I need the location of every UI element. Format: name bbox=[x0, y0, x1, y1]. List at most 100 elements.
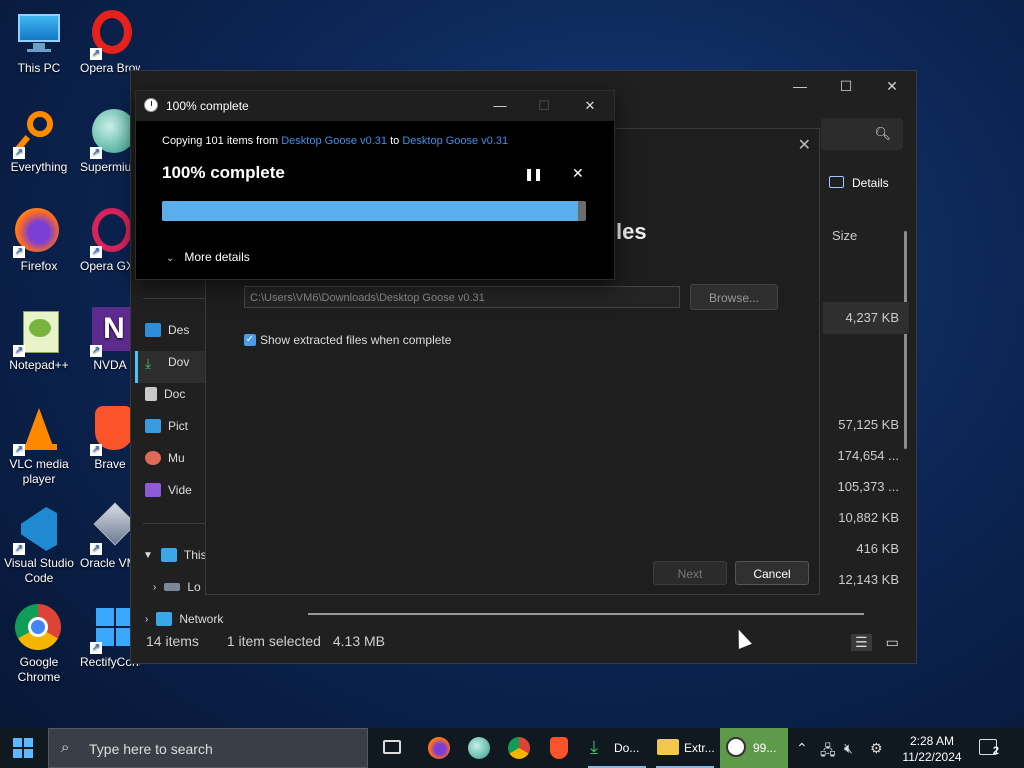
copy-summary: Copying 101 items from Desktop Goose v0.… bbox=[162, 135, 508, 147]
network-icon bbox=[156, 612, 173, 626]
file-size: 10,882 KB bbox=[838, 510, 899, 525]
chevron-right-icon[interactable]: › bbox=[153, 582, 156, 593]
taskbar-extract-window[interactable]: Extr... bbox=[652, 728, 718, 768]
icon-label: This PC bbox=[17, 61, 61, 75]
browse-button[interactable]: Browse... bbox=[690, 284, 778, 310]
show-extracted-checkbox[interactable]: ✓ Show extracted files when complete bbox=[244, 333, 451, 347]
chevron-up-icon[interactable]: ⌃ bbox=[796, 740, 808, 757]
notepad-plus-plus-icon: ↗ bbox=[13, 307, 63, 357]
to-word: to bbox=[390, 135, 400, 147]
everything-icon: ↗ bbox=[13, 109, 63, 159]
desktop-icon-this-pc[interactable]: This PC bbox=[3, 4, 75, 76]
task-view-button[interactable] bbox=[378, 728, 408, 768]
sidebar-item-label: Doc bbox=[164, 387, 186, 401]
sidebar-item-label: Network bbox=[179, 612, 224, 626]
minimize-button[interactable]: — bbox=[777, 71, 823, 101]
taskbar-firefox[interactable] bbox=[424, 728, 456, 768]
desktop-folder-icon bbox=[145, 323, 161, 337]
desktop-icon-firefox[interactable]: ↗ Firefox bbox=[3, 202, 75, 274]
start-button[interactable] bbox=[13, 738, 33, 758]
sidebar-item-desktop[interactable]: Des bbox=[145, 318, 189, 342]
desktop-icon-vscode[interactable]: ↗ Visual Studio Code bbox=[3, 499, 75, 586]
minimize-button[interactable]: — bbox=[480, 91, 520, 121]
shortcut-arrow-icon: ↗ bbox=[90, 543, 102, 555]
file-size: 105,373 ... bbox=[837, 479, 899, 494]
clock-icon bbox=[144, 98, 158, 112]
desktop-icon-opera[interactable]: ↗ Opera Browser bbox=[80, 4, 140, 76]
destination-folder-link[interactable]: Desktop Goose v0.31 bbox=[402, 135, 508, 147]
desktop-icon-vlc[interactable]: ↗ VLC media player bbox=[3, 400, 75, 487]
icon-label: Notepad++ bbox=[9, 358, 69, 372]
cancel-button[interactable]: Cancel bbox=[735, 561, 809, 585]
sidebar-item-documents[interactable]: Doc bbox=[145, 382, 185, 406]
nav-divider bbox=[143, 523, 205, 524]
taskbar-downloads-window[interactable]: ⤓ Do... bbox=[584, 728, 650, 768]
taskbar-supermium[interactable] bbox=[464, 728, 496, 768]
volume-muted-icon[interactable]: 🔇︎ bbox=[844, 740, 853, 757]
icon-label: Google Chrome bbox=[17, 655, 61, 684]
tiles-view-icon[interactable]: ▭ bbox=[886, 634, 899, 650]
shortcut-arrow-icon: ↗ bbox=[13, 543, 25, 555]
checkbox-label: Show extracted files when complete bbox=[260, 333, 452, 347]
notification-center-button[interactable]: 2 bbox=[979, 739, 999, 757]
next-button[interactable]: Next bbox=[653, 561, 727, 585]
clock-icon bbox=[726, 737, 746, 757]
sidebar-item-local-disk[interactable]: › Lo bbox=[153, 575, 201, 599]
brave-lion-icon bbox=[550, 737, 568, 759]
desktop-icon-chrome[interactable]: Google Chrome bbox=[3, 598, 75, 685]
maximize-button[interactable]: ☐ bbox=[823, 71, 869, 101]
sidebar-item-label: Pict bbox=[168, 419, 189, 433]
chevron-down-icon[interactable]: ▼ bbox=[143, 550, 153, 561]
search-box[interactable]: 🔍︎ bbox=[821, 118, 903, 150]
taskbar-search[interactable]: ⌕ Type here to search bbox=[48, 728, 368, 768]
search-placeholder: Type here to search bbox=[89, 741, 213, 757]
sidebar-item-label: Des bbox=[168, 323, 190, 337]
sidebar-item-label: Lo bbox=[187, 580, 201, 594]
shortcut-arrow-icon: ↗ bbox=[90, 246, 102, 258]
details-label: Details bbox=[852, 176, 889, 190]
details-view-icon[interactable]: ☰ bbox=[851, 634, 872, 651]
chevron-right-icon[interactable]: › bbox=[145, 614, 148, 625]
selection-size: 4.13 MB bbox=[332, 633, 386, 649]
network-icon[interactable]: 🖧︎ bbox=[820, 740, 836, 764]
selection-count: 1 item selected bbox=[226, 633, 321, 649]
file-size: 57,125 KB bbox=[838, 417, 899, 432]
taskbar-clock[interactable]: 2:28 AM 11/22/2024 bbox=[898, 733, 966, 765]
file-size: 174,654 ... bbox=[837, 448, 899, 463]
shortcut-arrow-icon: ↗ bbox=[13, 345, 25, 357]
chrome-icon bbox=[508, 737, 530, 759]
close-button[interactable]: ✕ bbox=[570, 91, 610, 121]
file-size: 4,237 KB bbox=[845, 310, 900, 325]
sidebar-item-pictures[interactable]: Pict bbox=[145, 414, 188, 438]
more-details-toggle[interactable]: ⌄ More details bbox=[166, 250, 250, 264]
taskbar-brave[interactable] bbox=[544, 728, 576, 768]
stop-button[interactable]: ✕ bbox=[572, 165, 584, 182]
drive-icon bbox=[164, 583, 181, 591]
details-pane-button[interactable]: Details bbox=[829, 176, 889, 190]
sidebar-item-label: Dov bbox=[168, 355, 190, 369]
sidebar-item-network[interactable]: › Network bbox=[145, 607, 223, 631]
gear-icon[interactable]: ⚙ bbox=[870, 740, 883, 757]
sidebar-item-videos[interactable]: Vide bbox=[145, 478, 192, 502]
icon-label: Everything bbox=[10, 160, 68, 174]
source-folder-link[interactable]: Desktop Goose v0.31 bbox=[281, 135, 387, 147]
sidebar-item-music[interactable]: Mu bbox=[145, 446, 185, 470]
pause-button[interactable]: ❚❚ bbox=[524, 167, 543, 181]
taskbar-chrome[interactable] bbox=[504, 728, 536, 768]
desktop-icon-notepadpp[interactable]: ↗ Notepad++ bbox=[3, 301, 75, 373]
sidebar-item-downloads[interactable]: ⤓ Dov bbox=[145, 350, 189, 374]
clock-time: 2:28 AM bbox=[909, 734, 955, 748]
file-size: 416 KB bbox=[856, 541, 899, 556]
download-icon: ⤓ bbox=[145, 355, 152, 371]
close-icon[interactable]: ✕ bbox=[798, 135, 811, 155]
sidebar-item-this-pc[interactable]: ▼ This bbox=[143, 543, 207, 567]
desktop-icon-everything[interactable]: ↗ Everything bbox=[3, 103, 75, 175]
pictures-icon bbox=[145, 419, 161, 433]
destination-path-field[interactable]: C:\Users\VM6\Downloads\Desktop Goose v0.… bbox=[244, 286, 680, 308]
chevron-down-icon: ⌄ bbox=[166, 253, 175, 264]
vertical-scrollbar[interactable] bbox=[904, 231, 907, 449]
taskbar-copy-progress[interactable]: 99... bbox=[720, 728, 788, 768]
sidebar-item-label: This bbox=[183, 548, 207, 562]
close-button[interactable]: ✕ bbox=[869, 71, 915, 101]
size-column-header[interactable]: Size bbox=[832, 228, 857, 243]
